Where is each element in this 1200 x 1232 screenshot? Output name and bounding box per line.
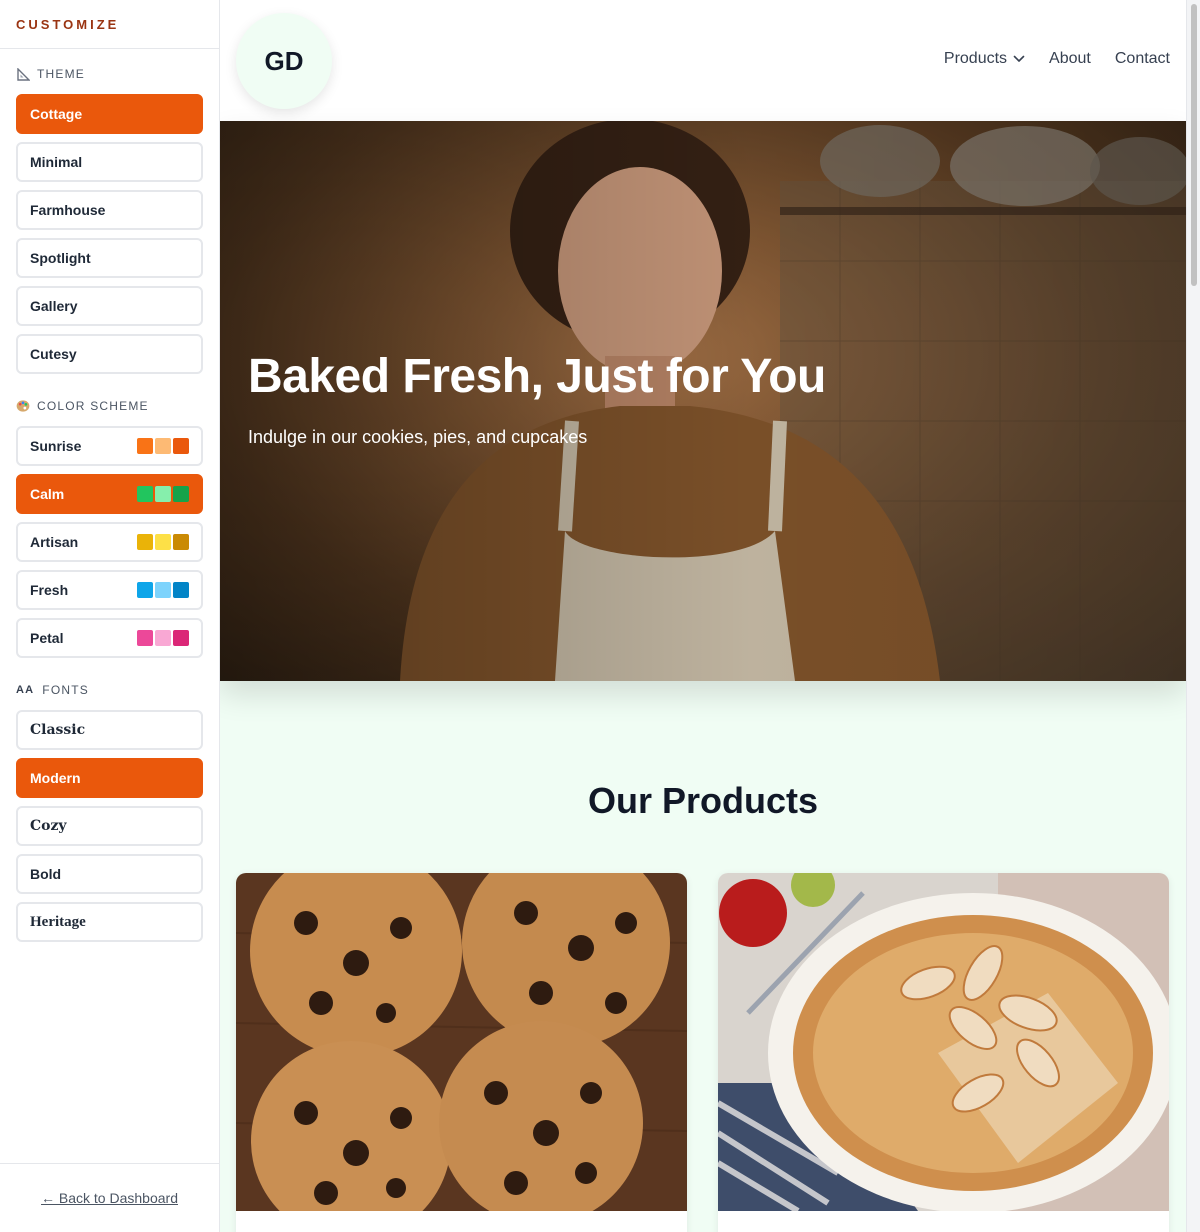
theme-option-spotlight[interactable]: Spotlight — [16, 238, 203, 278]
theme-heading-label: THEME — [37, 67, 85, 81]
fonts-icon: AA — [16, 684, 35, 696]
theme-option-cottage[interactable]: Cottage — [16, 94, 203, 134]
color-swatch — [155, 438, 171, 454]
theme-option-label: Farmhouse — [30, 202, 106, 218]
theme-option-label: Spotlight — [30, 250, 91, 266]
chevron-down-icon — [1013, 55, 1025, 63]
color-option-label: Petal — [30, 630, 64, 646]
color-swatch — [137, 486, 153, 502]
color-option-label: Artisan — [30, 534, 79, 550]
sidebar-title: CUSTOMIZE — [0, 0, 219, 49]
theme-option-cutesy[interactable]: Cutesy — [16, 334, 203, 374]
theme-heading: THEME — [16, 66, 203, 82]
hero-section: Baked Fresh, Just for You Indulge in our… — [220, 121, 1186, 681]
color-option-label: Sunrise — [30, 438, 82, 454]
color-scheme-heading: COLOR SCHEME — [16, 398, 203, 414]
scrollbar-thumb[interactable] — [1191, 4, 1197, 286]
color-option-fresh[interactable]: Fresh — [16, 570, 203, 610]
nav-contact[interactable]: Contact — [1115, 50, 1170, 68]
color-option-artisan[interactable]: Artisan — [16, 522, 203, 562]
color-swatches — [137, 534, 189, 550]
fonts-heading-label: FONTS — [42, 683, 89, 697]
apple-pie-image — [718, 873, 1169, 1211]
products-title: Our Products — [587, 780, 819, 821]
theme-option-label: Minimal — [30, 154, 83, 170]
color-swatch — [173, 438, 189, 454]
color-swatches — [137, 438, 189, 454]
color-option-sunrise[interactable]: Sunrise — [16, 426, 203, 466]
theme-section: THEME Cottage Minimal Farmhouse Spotligh… — [16, 66, 203, 382]
product-card-pie[interactable] — [718, 873, 1169, 1232]
font-option-classic[interactable]: Classic — [16, 710, 203, 750]
back-to-dashboard-link[interactable]: ← Back to Dashboard — [41, 1190, 178, 1206]
color-option-petal[interactable]: Petal — [16, 618, 203, 658]
sidebar-footer: ← Back to Dashboard — [0, 1163, 219, 1232]
color-swatch — [155, 486, 171, 502]
site-header: GD Products About Contact — [220, 0, 1186, 121]
site-preview: GD Products About Contact Baked Fresh, J… — [220, 0, 1186, 1232]
color-swatch — [173, 630, 189, 646]
color-swatch — [155, 582, 171, 598]
color-option-label: Calm — [30, 486, 65, 502]
theme-option-label: Cutesy — [30, 346, 77, 362]
hero-subtitle: Indulge in our cookies, pies, and cupcak… — [248, 427, 588, 447]
font-option-label: Heritage — [30, 913, 86, 930]
color-option-label: Fresh — [30, 582, 69, 598]
color-swatch — [137, 438, 153, 454]
font-option-heritage[interactable]: Heritage — [16, 902, 203, 942]
color-swatch — [137, 582, 153, 598]
theme-option-label: Gallery — [30, 298, 78, 314]
page-scrollbar[interactable] — [1186, 0, 1200, 1232]
nav-about[interactable]: About — [1049, 50, 1091, 68]
theme-option-minimal[interactable]: Minimal — [16, 142, 203, 182]
color-scheme-section: COLOR SCHEME Sunrise Calm Artisan Fresh … — [16, 398, 203, 666]
font-option-modern[interactable]: Modern — [16, 758, 203, 798]
color-swatch — [137, 630, 153, 646]
color-swatches — [137, 582, 189, 598]
product-card-cookies[interactable] — [236, 873, 687, 1232]
triangle-ruler-icon — [16, 67, 30, 81]
color-swatch — [155, 630, 171, 646]
theme-option-label: Cottage — [30, 106, 83, 122]
color-swatch — [173, 582, 189, 598]
font-option-label: Bold — [30, 866, 62, 882]
theme-option-gallery[interactable]: Gallery — [16, 286, 203, 326]
color-swatch — [155, 534, 171, 550]
color-swatch — [173, 534, 189, 550]
font-option-label: Cozy — [30, 818, 67, 834]
font-option-bold[interactable]: Bold — [16, 854, 203, 894]
font-option-label: Classic — [30, 722, 86, 738]
cookies-image — [236, 873, 687, 1211]
site-logo[interactable]: GD — [236, 13, 332, 109]
theme-option-farmhouse[interactable]: Farmhouse — [16, 190, 203, 230]
palette-icon — [16, 399, 30, 413]
color-swatches — [137, 486, 189, 502]
fonts-section: AA FONTS Classic Modern Cozy Bold Herita… — [16, 682, 203, 950]
font-option-cozy[interactable]: Cozy — [16, 806, 203, 846]
nav-products-label: Products — [943, 50, 1008, 67]
customize-sidebar: CUSTOMIZE THEME Cottage Minimal Farmhous… — [0, 0, 220, 1232]
color-option-calm[interactable]: Calm — [16, 474, 203, 514]
site-nav: Products About Contact — [944, 50, 1170, 68]
color-scheme-heading-label: COLOR SCHEME — [37, 399, 149, 413]
color-swatch — [173, 486, 189, 502]
color-swatch — [137, 534, 153, 550]
nav-products[interactable]: Products — [944, 50, 1025, 68]
font-option-label: Modern — [30, 770, 81, 786]
hero-title: Baked Fresh, Just for You — [248, 350, 826, 403]
color-swatches — [137, 630, 189, 646]
fonts-heading: AA FONTS — [16, 682, 203, 698]
